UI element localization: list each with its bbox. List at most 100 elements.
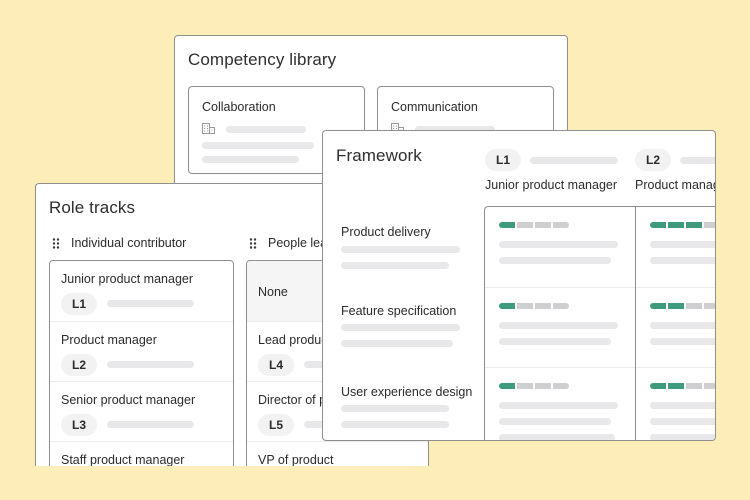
placeholder-line — [107, 421, 194, 428]
rating-segment-empty — [535, 222, 551, 228]
placeholder-line — [341, 262, 449, 269]
rating-segment-empty — [553, 303, 569, 309]
rating-segment-empty — [686, 383, 702, 389]
placeholder-line — [650, 434, 715, 440]
track-item[interactable]: Product manager L2 — [50, 321, 233, 381]
framework-cell[interactable] — [636, 207, 715, 288]
rating-segment-filled — [650, 383, 666, 389]
framework-cell[interactable] — [485, 367, 635, 440]
rating-segment-filled — [650, 222, 666, 228]
competency-row-label[interactable]: User experience design — [341, 385, 473, 428]
framework-title: Framework — [336, 146, 422, 165]
rating-segment-filled — [668, 303, 684, 309]
placeholder-line — [499, 322, 618, 329]
competency-card-label: Collaboration — [202, 100, 276, 114]
framework-cell[interactable] — [636, 367, 715, 440]
rating-bar — [499, 303, 569, 309]
role-tracks-title: Role tracks — [49, 198, 136, 217]
placeholder-line — [107, 300, 194, 307]
rating-segment-empty — [535, 303, 551, 309]
track-item[interactable]: VP of product — [247, 441, 428, 466]
grid-column — [485, 207, 635, 440]
framework-grid — [484, 206, 715, 440]
level-role-name: Junior product manager — [485, 178, 618, 192]
rating-segment-empty — [553, 222, 569, 228]
drag-handle-icon[interactable] — [52, 237, 61, 249]
rating-segment-filled — [686, 222, 702, 228]
building-icon — [202, 123, 215, 134]
track-item[interactable]: Staff product manager — [50, 441, 233, 466]
role-title: Junior product manager — [61, 272, 194, 286]
rating-segment-empty — [704, 222, 715, 228]
track-item[interactable]: Junior product manager L1 — [50, 261, 233, 321]
rating-segment-empty — [704, 383, 715, 389]
rating-bar — [499, 383, 569, 389]
role-title: VP of product — [258, 453, 334, 466]
rating-segment-filled — [668, 222, 684, 228]
drag-handle-icon[interactable] — [249, 237, 258, 249]
competency-row-label[interactable]: Feature specification — [341, 304, 460, 347]
rating-segment-empty — [517, 303, 533, 309]
rating-segment-filled — [499, 303, 515, 309]
track-item[interactable]: Senior product manager L3 — [50, 381, 233, 441]
placeholder-line — [499, 418, 611, 425]
track-column-title: Individual contributor — [71, 236, 187, 250]
level-badge: L3 — [61, 414, 97, 436]
placeholder-line — [341, 421, 449, 428]
competency-name: Feature specification — [341, 304, 457, 318]
placeholder-line — [107, 361, 194, 368]
rating-segment-empty — [535, 383, 551, 389]
placeholder-line — [650, 338, 715, 345]
track-list-individual-contributor: Junior product manager L1 Product manage… — [49, 260, 234, 466]
rating-segment-filled — [668, 383, 684, 389]
level-badge: L1 — [485, 149, 521, 171]
placeholder-line — [499, 338, 611, 345]
level-badge: L1 — [61, 293, 97, 315]
placeholder-line — [341, 405, 449, 412]
rating-segment-empty — [517, 222, 533, 228]
placeholder-line — [499, 241, 618, 248]
placeholder-line — [499, 402, 618, 409]
level-badge: L4 — [258, 354, 294, 376]
placeholder-line — [202, 142, 314, 149]
rating-segment-empty — [704, 303, 715, 309]
framework-panel: Framework L1 Junior product manager L2 P… — [322, 130, 716, 441]
rating-bar — [650, 303, 715, 309]
rating-bar — [650, 383, 715, 389]
level-badge: L2 — [61, 354, 97, 376]
role-title: Product manager — [61, 333, 157, 347]
placeholder-line — [650, 257, 715, 264]
rating-segment-empty — [553, 383, 569, 389]
placeholder-line — [680, 157, 715, 164]
framework-cell[interactable] — [485, 207, 635, 288]
role-title: Staff product manager — [61, 453, 185, 466]
placeholder-line — [499, 434, 615, 440]
competency-name: User experience design — [341, 385, 473, 399]
framework-cell[interactable] — [485, 287, 635, 368]
placeholder-line — [650, 241, 715, 248]
rating-bar — [650, 222, 715, 228]
rating-segment-filled — [499, 222, 515, 228]
role-title: Senior product manager — [61, 393, 196, 407]
competency-name: Product delivery — [341, 225, 431, 239]
placeholder-line — [530, 157, 618, 164]
placeholder-line — [499, 257, 611, 264]
framework-cell[interactable] — [636, 287, 715, 368]
rating-bar — [499, 222, 569, 228]
level-badge: L2 — [635, 149, 671, 171]
level-badge: L5 — [258, 414, 294, 436]
placeholder-line — [650, 402, 715, 409]
placeholder-line — [202, 156, 299, 163]
placeholder-line — [650, 418, 715, 425]
competency-card-label: Communication — [391, 100, 478, 114]
rating-segment-empty — [517, 383, 533, 389]
placeholder-line — [341, 246, 460, 253]
rating-segment-empty — [686, 303, 702, 309]
rating-segment-filled — [650, 303, 666, 309]
placeholder-line — [341, 340, 453, 347]
track-column-heading[interactable]: Individual contributor — [52, 236, 186, 250]
placeholder-line — [341, 324, 460, 331]
competency-row-label[interactable]: Product delivery — [341, 225, 460, 269]
level-role-name: Product manager — [635, 178, 715, 192]
placeholder-line — [650, 322, 715, 329]
